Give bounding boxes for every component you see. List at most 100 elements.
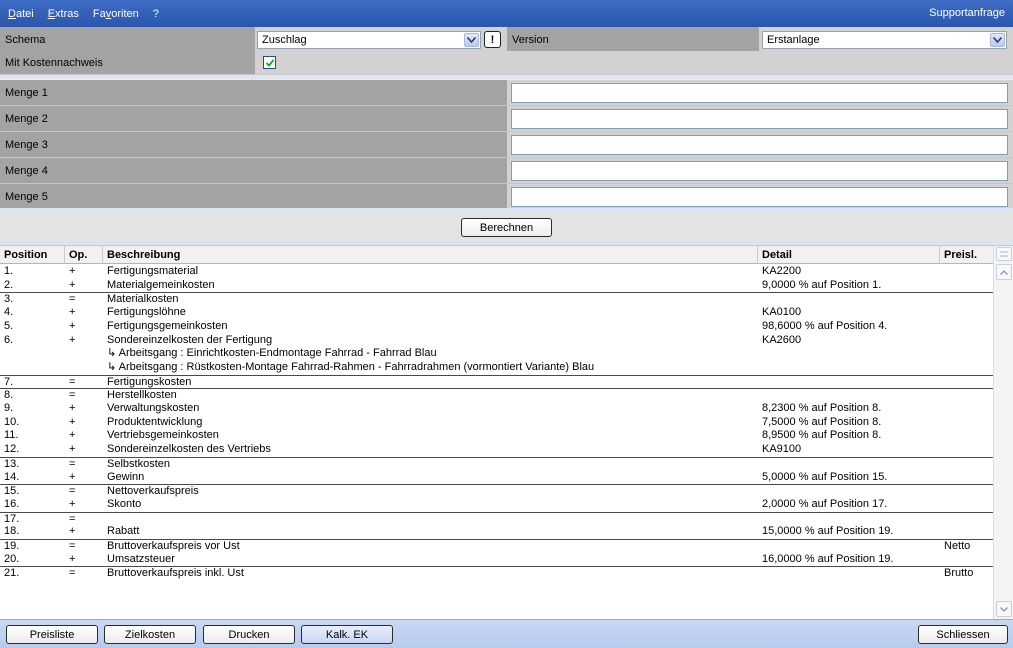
table-row[interactable]: 11. + Vertriebsgemeinkosten 8,9500 % auf Po… <box>0 429 993 443</box>
cell-beschreibung: Herstellkosten <box>107 389 177 402</box>
cell-op: = <box>69 540 76 552</box>
menge-label: Menge 3 <box>0 132 507 158</box>
cell-beschreibung: Rabatt <box>107 525 140 538</box>
scroll-down-button[interactable] <box>996 601 1012 617</box>
menge-input[interactable] <box>511 161 1008 181</box>
cell-beschreibung: Gewinn <box>107 470 145 483</box>
menge-row: Menge 1 <box>0 80 1013 106</box>
table-row[interactable]: ↳ Arbeitsgang : Rüstkosten-Montage Fahrr… <box>0 361 993 375</box>
column-header-preisl[interactable]: Preisl. <box>940 246 993 264</box>
calculation-table: Position Op. Beschreibung Detail Preisl.… <box>0 245 1013 620</box>
kostennachweis-checkbox[interactable] <box>263 56 276 69</box>
cell-detail: 5,0000 % auf Position 15. <box>762 470 888 483</box>
menge-input[interactable] <box>511 135 1008 155</box>
cell-op: + <box>69 265 76 277</box>
table-row[interactable]: 1. + Fertigungsmaterial KA2200 <box>0 265 993 279</box>
cell-position: 19. <box>4 540 20 552</box>
schema-select[interactable]: Zuschlag <box>257 31 481 49</box>
table-row[interactable]: ↳ Arbeitsgang : Einrichtkosten-Endmontag… <box>0 347 993 361</box>
cell-detail: 9,0000 % auf Position 1. <box>762 278 882 291</box>
preisliste-button[interactable]: Preisliste <box>6 625 98 644</box>
menu-datei[interactable]: Datei <box>8 8 34 20</box>
cell-position: 15. <box>4 485 20 498</box>
menge-row: Menge 5 <box>0 184 1013 210</box>
cell-position: 9. <box>4 402 14 414</box>
drucken-button[interactable]: Drucken <box>203 625 295 644</box>
table-row[interactable]: 20. + Umsatzsteuer 16,0000 % auf Position 1… <box>0 553 993 567</box>
cell-beschreibung: Bruttoverkaufspreis vor Ust <box>107 540 240 552</box>
scroll-up-button[interactable] <box>996 264 1012 280</box>
table-row[interactable]: 9. + Verwaltungskosten 8,2300 % auf Positio… <box>0 402 993 416</box>
table-row[interactable]: 4. + Fertigungslöhne KA0100 <box>0 306 993 320</box>
column-header-position[interactable]: Position <box>0 246 65 264</box>
empty-cell <box>507 51 1013 75</box>
table-row[interactable]: 13. = Selbstkosten <box>0 456 993 471</box>
cell-op: + <box>69 319 76 332</box>
table-row[interactable]: 12. + Sondereinzelkosten des Vertriebs KA91… <box>0 443 993 457</box>
cell-detail: 15,0000 % auf Position 19. <box>762 525 894 538</box>
cell-position: 20. <box>4 552 20 565</box>
column-header-detail[interactable]: Detail <box>758 246 940 264</box>
schema-warning-button[interactable]: ! <box>484 31 501 48</box>
cell-position: 3. <box>4 293 14 306</box>
menge-input[interactable] <box>511 83 1008 103</box>
cell-position: 4. <box>4 306 14 319</box>
cell-detail: 2,0000 % auf Position 17. <box>762 497 888 510</box>
table-row[interactable]: 18. + Rabatt 15,0000 % auf Position 19. <box>0 525 993 539</box>
table-row[interactable]: 3. = Materialkosten <box>0 292 993 306</box>
cell-position: 17. <box>4 512 20 525</box>
table-row[interactable]: 7. = Fertigungskosten <box>0 374 993 389</box>
cell-position: 21. <box>4 567 20 580</box>
menge-label: Menge 5 <box>0 184 507 210</box>
cell-detail: 8,2300 % auf Position 8. <box>762 402 882 414</box>
cell-position: 13. <box>4 457 20 470</box>
table-row[interactable]: 2. + Materialgemeinkosten 9,0000 % auf Posi… <box>0 279 993 293</box>
schema-value: Zuschlag <box>262 34 307 46</box>
column-header-beschreibung[interactable]: Beschreibung <box>103 246 758 264</box>
menge-row: Menge 2 <box>0 106 1013 132</box>
kostennachweis-cell <box>255 51 507 75</box>
menge-input[interactable] <box>511 109 1008 129</box>
chevron-down-icon[interactable] <box>464 33 479 47</box>
menu-favoriten[interactable]: Favoriten <box>93 8 139 20</box>
cell-position: 7. <box>4 375 14 388</box>
schema-label: Schema <box>0 27 255 53</box>
version-select[interactable]: Erstanlage <box>762 31 1007 49</box>
cell-beschreibung: Nettoverkaufspreis <box>107 485 199 498</box>
support-request-link[interactable]: Supportanfrage <box>929 7 1005 19</box>
zielkosten-button[interactable]: Zielkosten <box>104 625 196 644</box>
chevron-down-icon[interactable] <box>990 33 1005 47</box>
cell-op: + <box>69 415 76 428</box>
menge-label: Menge 4 <box>0 158 507 184</box>
separator <box>0 75 1013 78</box>
menge-label: Menge 2 <box>0 106 507 132</box>
vertical-scrollbar[interactable] <box>993 246 1013 620</box>
cell-op: = <box>69 457 76 470</box>
table-row[interactable]: 21. = Bruttoverkaufspreis inkl. Ust Brutto <box>0 566 993 580</box>
cell-position: 11. <box>4 429 19 442</box>
cell-op: + <box>69 278 76 291</box>
table-row[interactable]: 5. + Fertigungsgemeinkosten 98,6000 % auf P… <box>0 320 993 334</box>
checkmark-icon <box>265 58 274 67</box>
table-row[interactable]: 19. = Bruttoverkaufspreis vor Ust Netto <box>0 539 993 553</box>
table-row[interactable]: 15. = Nettoverkaufspreis <box>0 484 993 498</box>
menu-extras[interactable]: Extras <box>48 8 79 20</box>
column-header-op[interactable]: Op. <box>65 246 103 264</box>
table-row[interactable]: 10. + Produktentwicklung 7,5000 % auf Posit… <box>0 416 993 430</box>
cell-op: = <box>69 293 76 306</box>
cell-preisl: Netto <box>944 540 971 552</box>
table-row[interactable]: 14. + Gewinn 5,0000 % auf Position 15. <box>0 471 993 485</box>
cell-op: = <box>69 389 76 402</box>
table-row[interactable]: 8. = Herstellkosten <box>0 388 993 402</box>
table-row[interactable]: 16. + Skonto 2,0000 % auf Position 17. <box>0 498 993 512</box>
table-row[interactable]: 17. = <box>0 511 993 526</box>
menge-input[interactable] <box>511 187 1008 207</box>
menu-help[interactable]: ? <box>153 8 159 20</box>
table-row[interactable]: 6. + Sondereinzelkosten der Fertigung KA260… <box>0 334 993 348</box>
cell-position: 2. <box>4 278 14 291</box>
berechnen-button[interactable]: Berechnen <box>461 218 552 237</box>
schliessen-button[interactable]: Schliessen <box>918 625 1008 644</box>
scroll-grip[interactable] <box>996 247 1012 261</box>
kalk-ek-button[interactable]: Kalk. EK <box>301 625 393 644</box>
kostennachweis-row: Mit Kostennachweis <box>0 51 1013 75</box>
